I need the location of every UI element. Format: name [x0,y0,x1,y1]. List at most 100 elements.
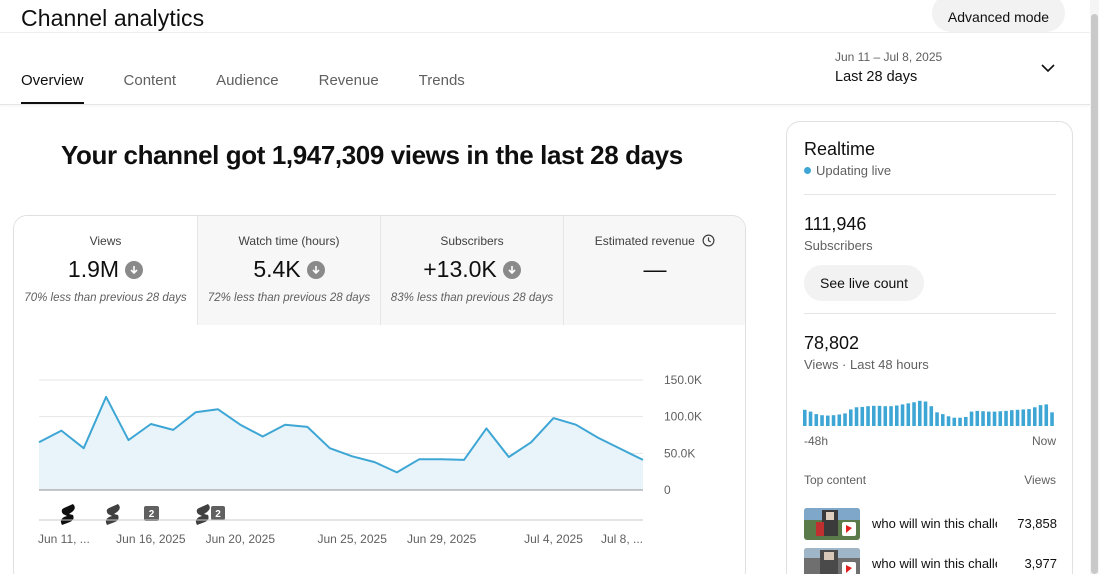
video-thumbnail[interactable] [804,508,860,540]
shorts-icon[interactable] [105,504,120,525]
x-tick-label: Jun 25, 2025 [317,532,387,546]
realtime-bar[interactable] [877,405,882,426]
realtime-panel: Realtime Updating live 111,946 Subscribe… [786,121,1073,574]
realtime-bar[interactable] [918,400,922,426]
chevron-down-icon[interactable] [1040,62,1056,74]
realtime-bar[interactable] [854,407,859,426]
realtime-bar[interactable] [1021,409,1026,426]
realtime-bar[interactable] [1050,412,1054,426]
tab-content[interactable]: Content [124,72,177,104]
tabs-divider [0,104,1090,105]
see-live-count-button[interactable]: See live count [804,265,924,301]
metric-comparison: 70% less than previous 28 days [24,292,187,304]
top-content-item[interactable]: who will win this challenge 3,977 [804,548,1057,574]
realtime-bar[interactable] [923,401,928,426]
arrow-down-icon [502,260,521,279]
top-content-item[interactable]: who will win this challenge 73,858 [804,508,1057,540]
header-divider [0,32,1090,33]
top-content-heading: Top content [804,473,867,487]
tab-overview[interactable]: Overview [21,72,84,104]
metric-comparison: 72% less than previous 28 days [207,292,371,304]
realtime-bar[interactable] [964,417,968,426]
realtime-bar[interactable] [814,414,819,426]
x-tick-label: Jun 20, 2025 [206,532,276,546]
x-tick-label: Jul 4, 2025 [524,532,583,546]
realtime-bar[interactable] [969,411,974,426]
advanced-mode-button[interactable]: Advanced mode [932,0,1065,32]
y-tick-label: 0 [664,483,671,497]
y-tick-label: 50.0K [664,446,695,460]
metric-value-row: 5.4K [198,256,380,283]
realtime-bar[interactable] [929,406,934,426]
realtime-bar[interactable] [808,411,813,426]
realtime-bar[interactable] [987,411,991,426]
video-title[interactable]: who will win this challenge [872,556,997,571]
views-48h-label: Views · Last 48 hours [804,357,929,372]
count-badge[interactable]: 2 [144,506,159,521]
realtime-bar[interactable] [849,409,853,426]
date-range[interactable]: Jun 11 – Jul 8, 2025 [835,50,942,64]
metric-label: Estimated revenue [594,234,695,248]
metric-value: — [643,256,667,282]
realtime-bar[interactable] [1004,410,1008,426]
views-chart: 0 50.0K 100.0K 150.0K 2 2 Jun 11, ... Jun 16, 2… [38,373,702,546]
realtime-bar[interactable] [1044,404,1049,426]
tab-audience[interactable]: Audience [216,72,279,104]
realtime-bar[interactable] [820,415,824,426]
realtime-bar[interactable] [946,416,951,426]
views-48h-count: 78,802 [804,333,860,353]
divider [804,194,1056,195]
realtime-bar[interactable] [998,411,1003,426]
svg-text:2: 2 [215,509,221,520]
realtime-bar[interactable] [1033,407,1037,426]
axis-end-label: Now [1031,434,1056,448]
metric-estimated-revenue[interactable]: Estimated revenue — [563,216,745,325]
realtime-bar[interactable] [952,417,957,426]
realtime-bar[interactable] [1010,410,1014,426]
scrollbar-thumb[interactable] [1091,14,1098,574]
realtime-bar[interactable] [803,409,807,426]
realtime-bar[interactable] [883,406,888,426]
realtime-bar[interactable] [906,403,911,426]
realtime-bar[interactable] [826,415,830,426]
date-period-label[interactable]: Last 28 days [835,69,917,85]
video-title[interactable]: who will win this challenge [872,516,997,531]
video-thumbnail[interactable] [804,548,860,574]
spacer [804,460,1056,461]
metric-tabs: Views 1.9M 70% less than previous 28 day… [14,216,745,325]
realtime-bar[interactable] [895,405,899,426]
realtime-bar[interactable] [843,413,847,426]
shorts-icon[interactable] [60,504,75,525]
tab-trends[interactable]: Trends [419,72,465,104]
realtime-bar[interactable] [837,414,842,426]
realtime-bar[interactable] [1038,405,1043,426]
shorts-icon[interactable]: 2 [195,504,225,525]
realtime-bar[interactable] [941,414,945,426]
realtime-bar[interactable] [992,411,997,426]
realtime-bar[interactable] [1027,409,1031,426]
realtime-bar[interactable] [912,402,916,426]
realtime-bar[interactable] [889,406,893,426]
realtime-bar[interactable] [1015,409,1020,426]
tab-bar: Overview Content Audience Revenue Trends [21,72,505,104]
divider [804,313,1056,314]
metric-watch-time[interactable]: Watch time (hours) 5.4K 72% less than pr… [197,216,380,325]
realtime-bar[interactable] [958,417,962,426]
y-tick-label: 100.0K [664,410,702,424]
arrow-down-icon [306,260,325,279]
realtime-bar[interactable] [981,411,985,426]
realtime-bar[interactable] [935,412,939,426]
clock-icon [702,234,715,247]
metric-label-row: Estimated revenue [564,234,745,248]
realtime-bar[interactable] [860,406,865,426]
metric-label: Watch time (hours) [238,234,340,248]
realtime-bar[interactable] [975,410,980,426]
realtime-bar[interactable] [872,405,876,426]
realtime-bar[interactable] [900,404,905,426]
realtime-bar[interactable] [831,415,836,426]
metric-views[interactable]: Views 1.9M 70% less than previous 28 day… [14,216,197,325]
metric-subscribers[interactable]: Subscribers +13.0K 83% less than previou… [380,216,563,325]
tab-revenue[interactable]: Revenue [319,72,379,104]
realtime-bar[interactable] [866,406,870,426]
svg-text:2: 2 [149,509,155,520]
